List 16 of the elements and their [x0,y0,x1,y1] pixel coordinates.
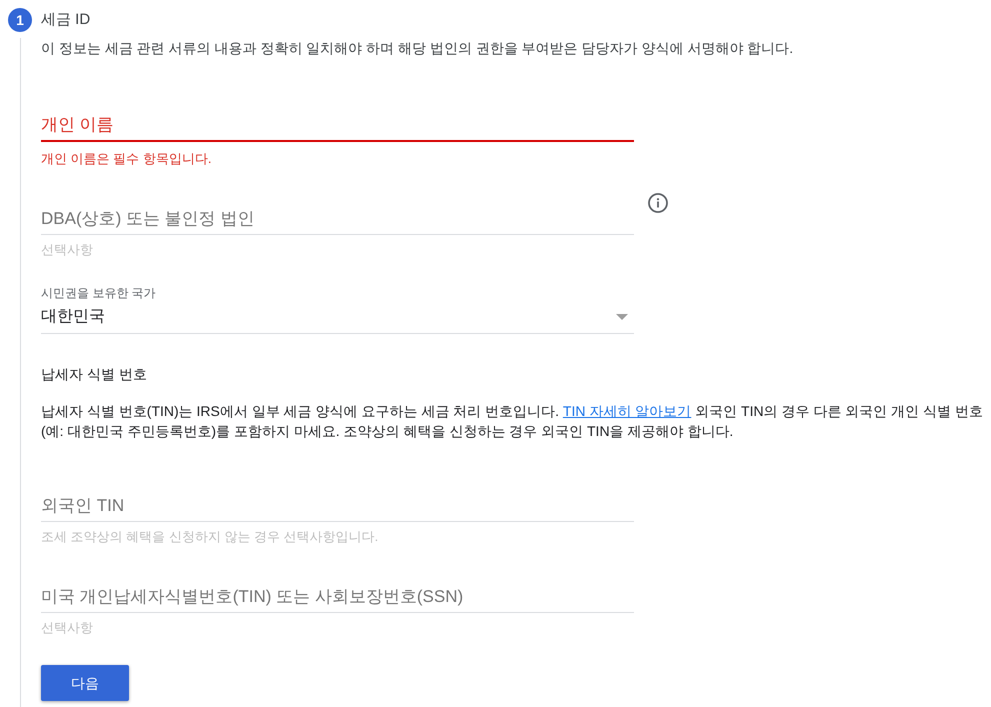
step-number: 1 [8,8,32,32]
info-icon[interactable] [648,193,668,213]
caret-icon [616,314,628,320]
next-button[interactable]: 다음 [41,665,129,701]
info-paragraph: 납세자 식별 번호(TIN)는 IRS에서 일부 세금 양식에 요구하는 세금 처리 번호입니다. TIN 자세히 알아보기 외국인 TIN의 경우 다른 외국인 개인 식별 번호(예: 대한민국 주민등록번호)를 포함하지 마세요. 조약상의 혜택을 신청하는 경우 외국인 TIN을 제공해야 합니다. [41,402,984,441]
country-select[interactable]: 대한민국 [41,301,634,334]
step-title: 세금 ID [41,10,90,30]
text-field[interactable]: 개인 이름 [41,108,634,142]
helper-text: 선택사항 [41,242,94,258]
select-label: 시민권을 보유한 국가 [41,285,157,301]
helper-text: 조세 조약상의 혜택을 신청하지 않는 경우 선택사항입니다. [41,529,380,545]
step-description: 이 정보는 세금 관련 서류의 내용과 정확히 일치해야 하며 해당 법인의 권한을 부여받은 담당자가 양식에 서명해야 합니다. [41,39,794,58]
helper-text: 선택사항 [41,620,94,636]
learn-more-link[interactable]: TIN 자세히 알아보기 [562,403,692,419]
error-message: 개인 이름은 필수 항목입니다. [41,151,212,167]
section-heading: 납세자 식별 번호 [41,365,147,384]
